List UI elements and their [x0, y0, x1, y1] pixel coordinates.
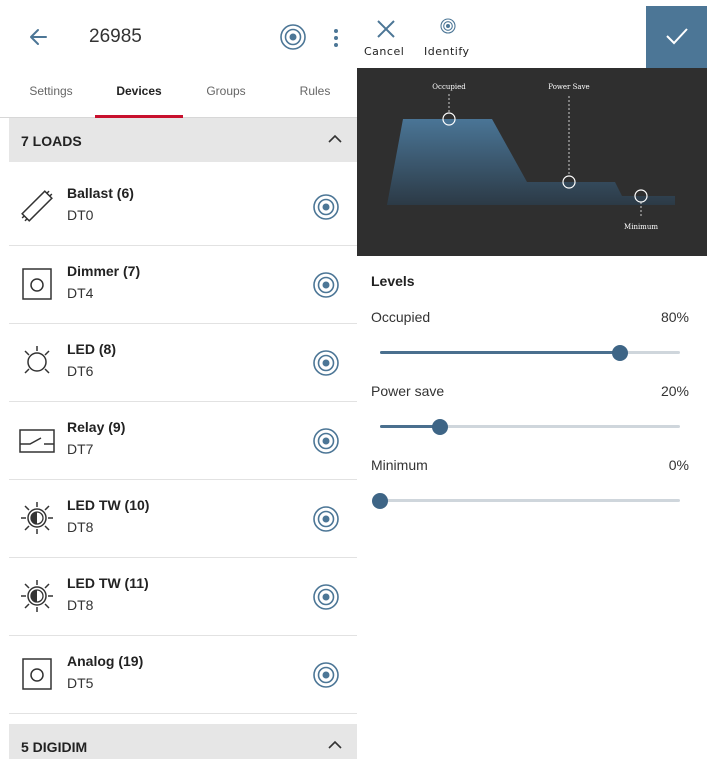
section-header-digidim[interactable]: 5 DIGIDIM: [9, 724, 357, 759]
back-arrow-icon[interactable]: [22, 20, 56, 54]
tab-groups[interactable]: Groups: [190, 72, 262, 118]
load-name: Analog (19): [67, 653, 144, 669]
confirm-button[interactable]: [646, 6, 707, 68]
identify-icon[interactable]: [312, 583, 340, 611]
device-title: 26985: [89, 26, 142, 47]
level-label: Minimum: [371, 457, 428, 473]
power-save-chart-label: Power Save: [548, 83, 589, 91]
slider-fill: [380, 425, 440, 428]
level-label: Power save: [371, 383, 445, 399]
cancel-label: Cancel: [364, 45, 405, 58]
load-name: Dimmer (7): [67, 263, 141, 279]
tab-bar: Settings Devices Groups Rules: [0, 72, 357, 118]
analog-icon: [22, 658, 52, 690]
section-title: 7 LOADS: [21, 133, 82, 149]
minimum-chart-label: Minimum: [624, 223, 658, 231]
load-name: LED TW (10): [67, 497, 150, 513]
load-name: LED TW (11): [67, 575, 149, 591]
load-type: DT8: [67, 597, 94, 613]
levels-heading: Levels: [371, 273, 415, 289]
load-type: DT0: [67, 207, 94, 223]
occupied-slider[interactable]: [380, 344, 680, 362]
level-minimum: Minimum 0%: [371, 457, 689, 517]
profile-area: [387, 119, 675, 205]
identify-icon[interactable]: [312, 427, 340, 455]
minimum-slider[interactable]: [372, 492, 680, 510]
levels-editor-panel: Cancel Identify Occupied Power Save Mini…: [357, 0, 707, 759]
tab-rules[interactable]: Rules: [283, 72, 347, 118]
identify-label: Identify: [424, 45, 470, 58]
load-name: Ballast (6): [67, 185, 134, 201]
load-row[interactable]: LED TW (11) DT8: [9, 558, 357, 636]
identify-icon[interactable]: [312, 505, 340, 533]
more-options-icon[interactable]: [326, 24, 346, 52]
level-label: Occupied: [371, 309, 431, 325]
identify-icon[interactable]: [279, 23, 307, 51]
led-tw-icon: [21, 502, 53, 534]
load-row[interactable]: Relay (9) DT7: [9, 402, 357, 480]
chevron-up-icon[interactable]: [327, 131, 343, 147]
level-value: 20%: [660, 383, 689, 399]
slider-thumb[interactable]: [612, 345, 628, 361]
load-type: DT6: [67, 363, 94, 379]
checkmark-icon: [666, 28, 688, 45]
section-title: 5 DIGIDIM: [21, 739, 88, 755]
load-type: DT5: [67, 675, 94, 691]
dimmer-icon: [22, 268, 52, 300]
load-row[interactable]: Dimmer (7) DT4: [9, 246, 357, 324]
relay-icon: [19, 429, 55, 453]
power-save-slider[interactable]: [380, 418, 680, 436]
level-value: 0%: [668, 457, 689, 473]
level-power-save: Power save 20%: [371, 383, 689, 443]
load-name: LED (8): [67, 341, 116, 357]
level-occupied: Occupied 80%: [371, 309, 689, 369]
slider-thumb[interactable]: [432, 419, 448, 435]
device-panel: 26985 Settings Devices Groups Rules 7 LO…: [0, 0, 357, 759]
load-row[interactable]: LED TW (10) DT8: [9, 480, 357, 558]
section-header-loads[interactable]: 7 LOADS: [9, 118, 357, 162]
tab-settings[interactable]: Settings: [14, 72, 88, 118]
light-level-profile-diagram: Occupied Power Save Minimum: [357, 68, 707, 256]
load-name: Relay (9): [67, 419, 126, 435]
identify-icon: [440, 18, 456, 34]
load-type: DT4: [67, 285, 94, 301]
load-row[interactable]: LED (8) DT6: [9, 324, 357, 402]
level-value: 80%: [660, 309, 689, 325]
app-bar: 26985: [0, 0, 357, 72]
led-tw-icon: [21, 580, 53, 612]
load-row[interactable]: Analog (19) DT5: [9, 636, 357, 714]
occupied-chart-label: Occupied: [432, 83, 466, 91]
chevron-up-icon[interactable]: [327, 737, 343, 753]
identify-icon[interactable]: [312, 349, 340, 377]
identify-icon[interactable]: [312, 193, 340, 221]
tab-devices[interactable]: Devices: [95, 72, 183, 118]
slider-fill: [380, 351, 620, 354]
cancel-button[interactable]: Cancel: [357, 12, 413, 62]
led-icon: [24, 346, 50, 374]
identify-button[interactable]: Identify: [421, 12, 475, 62]
load-type: DT7: [67, 441, 94, 457]
identify-icon[interactable]: [312, 271, 340, 299]
slider-thumb[interactable]: [372, 493, 388, 509]
identify-icon[interactable]: [312, 661, 340, 689]
load-row[interactable]: Ballast (6) DT0: [9, 168, 357, 246]
load-type: DT8: [67, 519, 94, 535]
close-icon: [377, 20, 395, 38]
ballast-icon: [21, 190, 53, 222]
